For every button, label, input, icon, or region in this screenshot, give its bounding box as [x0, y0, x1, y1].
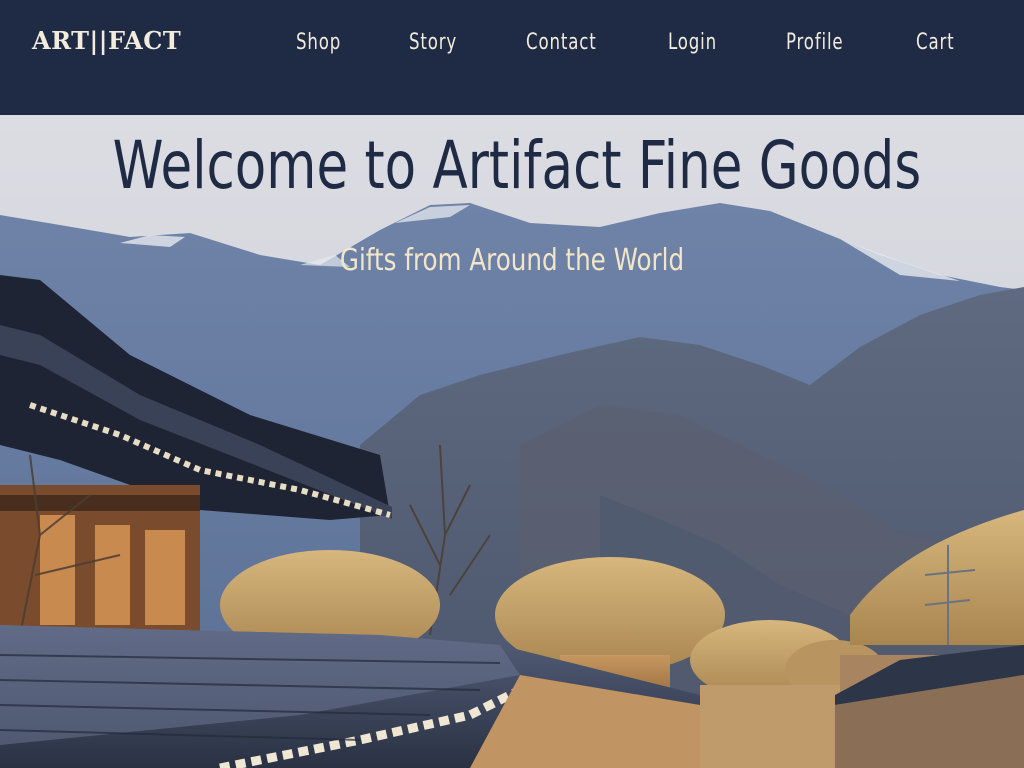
nav-contact-link[interactable]: Contact: [526, 30, 597, 55]
hero-background-image: [0, 115, 1024, 768]
main-nav: Shop Story Contact Login Profile Cart: [0, 0, 1024, 115]
hero-title: Welcome to Artifact Fine Goods: [112, 127, 922, 204]
nav-story-link[interactable]: Story: [409, 30, 457, 55]
hero-banner: Welcome to Artifact Fine Goods Gifts fro…: [0, 115, 1024, 768]
site-header: ART||FACT Shop Story Contact Login Profi…: [0, 0, 1024, 115]
nav-profile-link[interactable]: Profile: [786, 30, 844, 55]
nav-cart-link[interactable]: Cart: [916, 30, 955, 55]
nav-login-link[interactable]: Login: [668, 30, 717, 55]
hero-subtitle: Gifts from Around the World: [339, 243, 685, 278]
nav-shop-link[interactable]: Shop: [296, 30, 341, 55]
